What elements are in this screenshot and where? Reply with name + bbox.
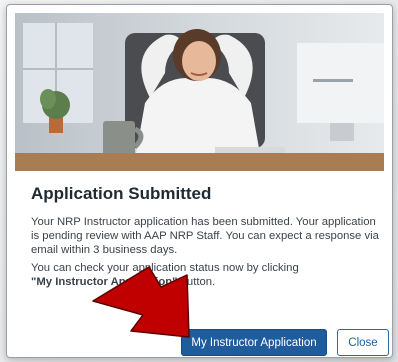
submission-message: Your NRP Instructor application has been… [31, 216, 379, 256]
hero-image [15, 13, 384, 171]
application-submitted-dialog: Application Submitted Your NRP Instructo… [6, 4, 393, 358]
dialog-title: Application Submitted [31, 184, 212, 203]
my-instructor-application-button[interactable]: My Instructor Application [181, 329, 327, 356]
status-instructions: You can check your application status no… [31, 261, 381, 289]
close-button[interactable]: Close [337, 329, 389, 356]
pointer-arrow-icon [92, 266, 190, 338]
hero-illustration [15, 13, 384, 171]
